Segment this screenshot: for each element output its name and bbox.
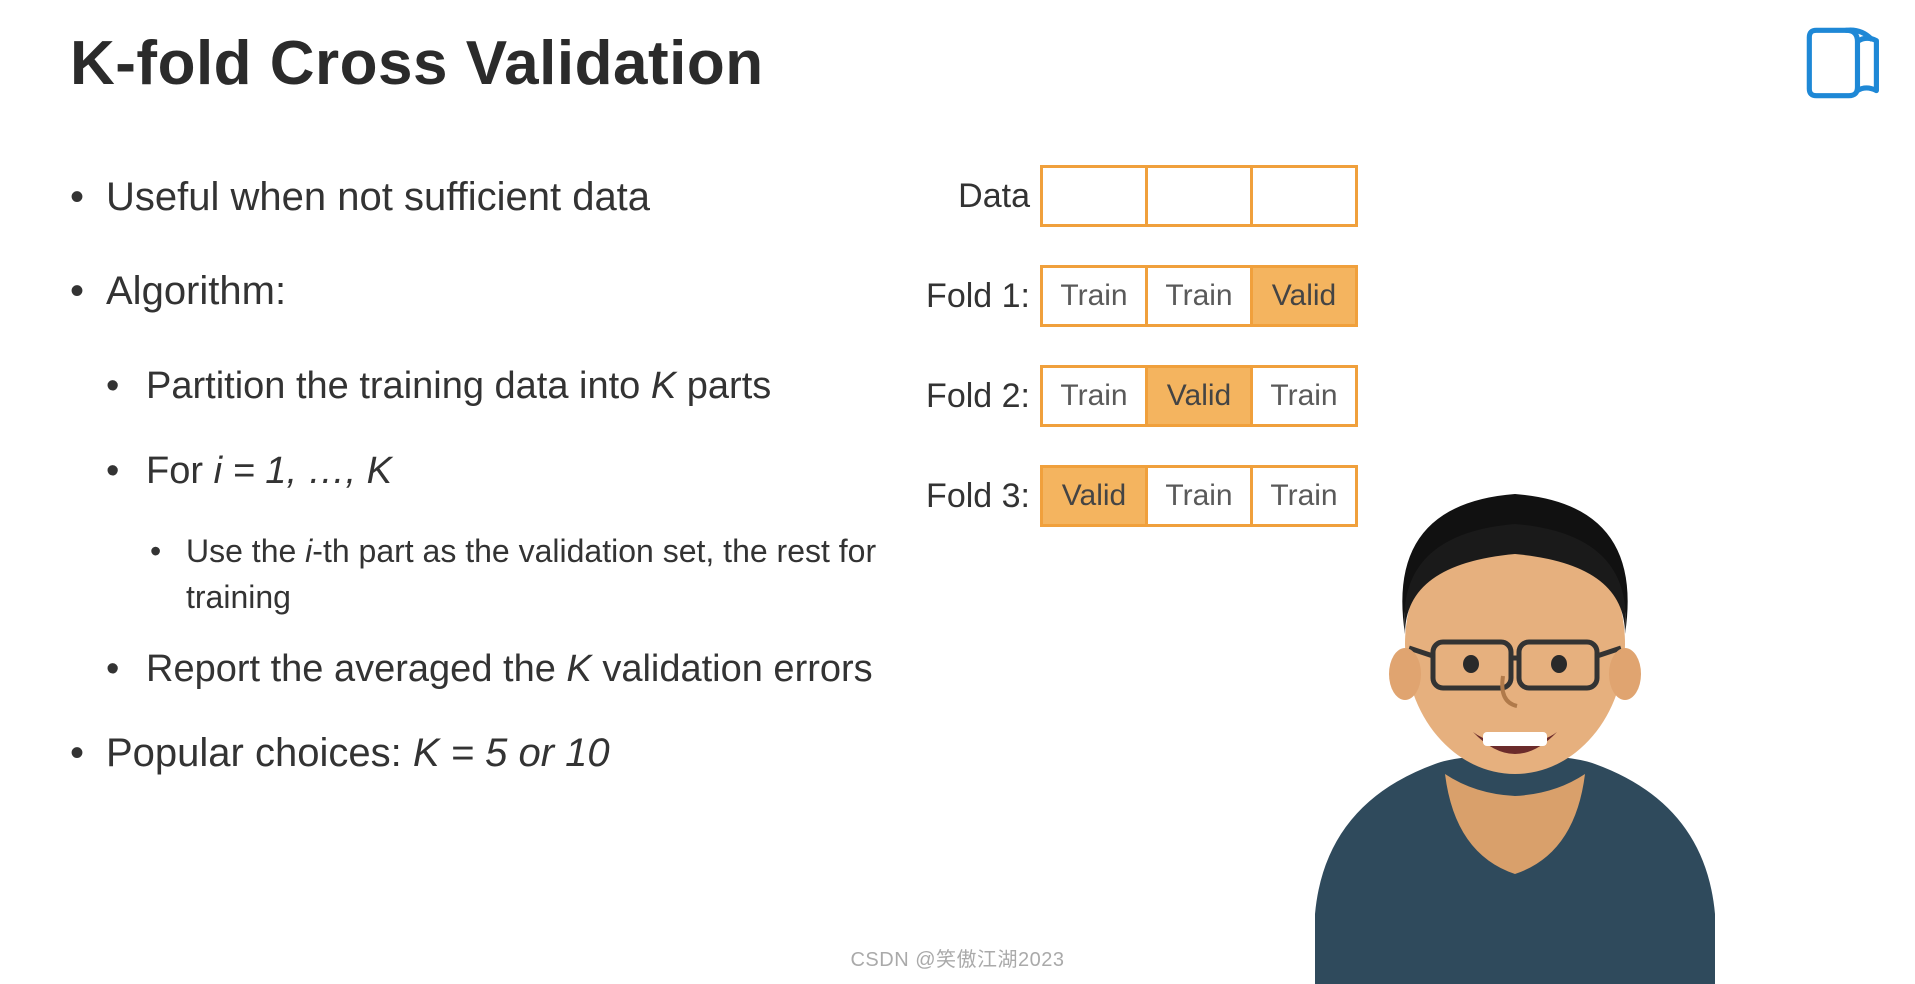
diagram-boxes: ValidTrainTrain [1040,465,1358,527]
bullet-text: Partition the training data into [146,365,651,407]
diagram-row: Fold 2:TrainValidTrain [910,364,1370,428]
train-cell [1040,165,1148,227]
valid-cell: Valid [1250,265,1358,327]
valid-cell: Valid [1145,365,1253,427]
train-cell: Train [1040,365,1148,427]
slide-title: K-fold Cross Validation [70,28,764,99]
diagram-row: Fold 1:TrainTrainValid [910,264,1370,328]
bullet-use-ith: Use the i-th part as the validation set,… [146,528,890,621]
slide: K-fold Cross Validation Useful when not … [0,0,1915,984]
italic-k-choices: K = 5 or 10 [413,731,610,775]
bullet-list: Useful when not sufficient data Algorith… [70,170,890,820]
bullet-report: Report the averaged the K validation err… [106,641,890,698]
bullet-partition: Partition the training data into K parts [106,358,890,415]
bullet-text: Popular choices: [106,731,413,775]
italic-range: i = 1, …, K [214,450,392,492]
bullet-text: For [146,450,214,492]
watermark-text: CSDN @笑傲江湖2023 [850,943,1064,972]
bullet-text: Useful when not sufficient data [106,175,650,219]
bullet-text: parts [676,365,771,407]
train-cell [1250,165,1358,227]
diagram-boxes [1040,165,1358,227]
bullet-algorithm: Algorithm: [70,264,890,318]
kfold-diagram: DataFold 1:TrainTrainValidFold 2:TrainVa… [910,164,1370,564]
bullet-text: Algorithm: [106,269,286,313]
bullet-text: Use the [186,533,305,569]
train-cell: Train [1145,465,1253,527]
bullet-useful: Useful when not sufficient data [70,170,890,224]
train-cell [1145,165,1253,227]
valid-cell: Valid [1040,465,1148,527]
book-logo-icon [1799,20,1885,106]
bullet-popular: Popular choices: K = 5 or 10 [70,726,890,780]
train-cell: Train [1040,265,1148,327]
train-cell: Train [1250,365,1358,427]
diagram-row-label: Fold 3: [910,477,1040,516]
diagram-row: Data [910,164,1370,228]
diagram-boxes: TrainValidTrain [1040,365,1358,427]
bullet-text: Report the averaged the [146,648,566,690]
train-cell: Train [1250,465,1358,527]
diagram-row: Fold 3:ValidTrainTrain [910,464,1370,528]
train-cell: Train [1145,265,1253,327]
bullet-for-loop: For i = 1, …, K [106,443,890,500]
diagram-boxes: TrainTrainValid [1040,265,1358,327]
italic-k: K [651,365,676,407]
diagram-row-label: Fold 2: [910,377,1040,416]
diagram-row-label: Fold 1: [910,277,1040,316]
bullet-text: validation errors [592,648,873,690]
diagram-row-label: Data [910,177,1040,216]
italic-k: K [566,648,591,690]
